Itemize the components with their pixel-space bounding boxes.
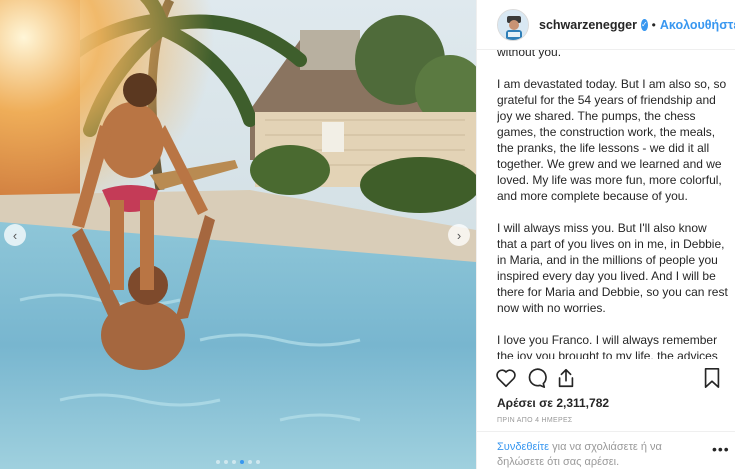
carousel-dots [0,460,476,464]
carousel-dot [224,460,228,464]
divider [477,431,735,432]
share-icon[interactable] [555,367,577,389]
instagram-post: ‹ › schwarzenegger ✓ • Ακολουθήστε witho… [0,0,735,469]
post-timestamp[interactable]: ΠΡΙΝ ΑΠΟ 4 ΗΜΕΡΕΣ [497,417,573,424]
photo-illustration [0,0,476,469]
carousel-dot [248,460,252,464]
carousel-dot [256,460,260,464]
post-side-panel: schwarzenegger ✓ • Ακολουθήστε without y… [476,0,735,469]
login-link[interactable]: Συνδεθείτε [497,441,549,453]
avatar[interactable] [497,8,529,41]
like-count[interactable]: Αρέσει σε 2,311,782 [497,396,609,410]
bookmark-icon[interactable] [701,367,723,389]
login-prompt: Συνδεθείτε για να σχολιάσετε ή να δηλώσε… [497,440,682,469]
comment-icon[interactable] [525,367,547,389]
caption-paragraph: I will always miss you. But I'll also kn… [497,221,728,315]
heart-icon[interactable] [495,367,517,389]
avatar-image [498,9,528,40]
caption-paragraph: I love you Franco. I will always remembe… [497,333,718,359]
username[interactable]: schwarzenegger [539,18,637,32]
carousel-dot [240,460,244,464]
carousel-prev-button[interactable]: ‹ [4,224,26,246]
post-photo[interactable]: ‹ › [0,0,476,469]
action-bar [495,367,725,391]
carousel-dot [216,460,220,464]
carousel-dot [232,460,236,464]
follow-button[interactable]: Ακολουθήστε [660,18,735,32]
more-icon[interactable]: ••• [712,441,730,457]
separator: • [651,17,656,32]
caption: without you. I am devastated today. But … [497,50,729,359]
caption-paragraph: I am devastated today. But I am also so,… [497,77,727,203]
carousel-next-button[interactable]: › [448,224,470,246]
verified-icon: ✓ [640,18,648,31]
caption-paragraph: without you. [497,50,562,59]
post-header: schwarzenegger ✓ • Ακολουθήστε [477,0,735,50]
